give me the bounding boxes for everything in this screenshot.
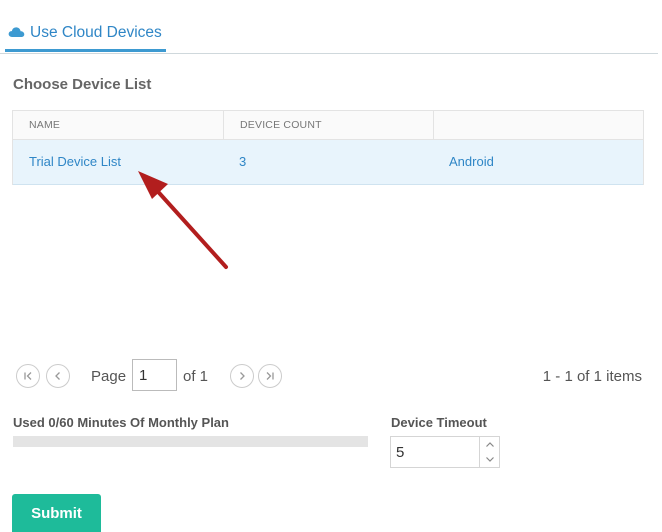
tab-bar: Use Cloud Devices bbox=[0, 0, 658, 54]
grid-header: NAME DEVICE COUNT bbox=[13, 111, 643, 140]
table-row[interactable]: Trial Device List 3 Android bbox=[13, 140, 643, 185]
page-total-label: of 1 bbox=[183, 368, 209, 385]
last-page-icon bbox=[266, 372, 274, 380]
tab-use-cloud-devices[interactable]: Use Cloud Devices bbox=[5, 14, 166, 52]
usage-label: Used 0/60 Minutes Of Monthly Plan bbox=[13, 415, 229, 430]
items-count-label: 1 - 1 of 1 items bbox=[542, 368, 642, 385]
submit-button[interactable]: Submit bbox=[12, 494, 101, 532]
chevron-right-icon bbox=[240, 372, 245, 380]
cell-device-count: 3 bbox=[239, 154, 247, 169]
device-timeout-input[interactable] bbox=[391, 437, 479, 467]
decrement-button[interactable] bbox=[480, 452, 499, 467]
chevron-down-icon bbox=[485, 457, 494, 462]
page-label: Page bbox=[91, 368, 127, 385]
pagination: Page of 1 1 - 1 of 1 items bbox=[16, 359, 642, 395]
last-page-button[interactable] bbox=[258, 364, 282, 388]
usage-progress-bar bbox=[13, 436, 368, 447]
previous-page-button[interactable] bbox=[46, 364, 70, 388]
spinner bbox=[479, 437, 499, 467]
column-header-device-count[interactable]: DEVICE COUNT bbox=[223, 111, 433, 139]
increment-button[interactable] bbox=[480, 437, 499, 452]
column-header-name[interactable]: NAME bbox=[13, 111, 223, 139]
device-list-grid: NAME DEVICE COUNT Trial Device List 3 An… bbox=[12, 110, 644, 185]
page-number-input[interactable] bbox=[132, 359, 177, 391]
chevron-up-icon bbox=[485, 442, 494, 447]
cell-platform: Android bbox=[449, 154, 494, 169]
device-timeout-label: Device Timeout bbox=[391, 415, 487, 430]
cell-device-list-name[interactable]: Trial Device List bbox=[13, 140, 223, 184]
first-page-button[interactable] bbox=[16, 364, 40, 388]
device-timeout-stepper bbox=[390, 436, 500, 468]
cloud-icon bbox=[8, 27, 25, 37]
first-page-icon bbox=[24, 372, 32, 380]
section-title: Choose Device List bbox=[13, 76, 152, 93]
next-page-button[interactable] bbox=[230, 364, 254, 388]
column-header-platform[interactable] bbox=[433, 111, 641, 139]
tab-label: Use Cloud Devices bbox=[30, 24, 162, 41]
chevron-left-icon bbox=[55, 372, 60, 380]
